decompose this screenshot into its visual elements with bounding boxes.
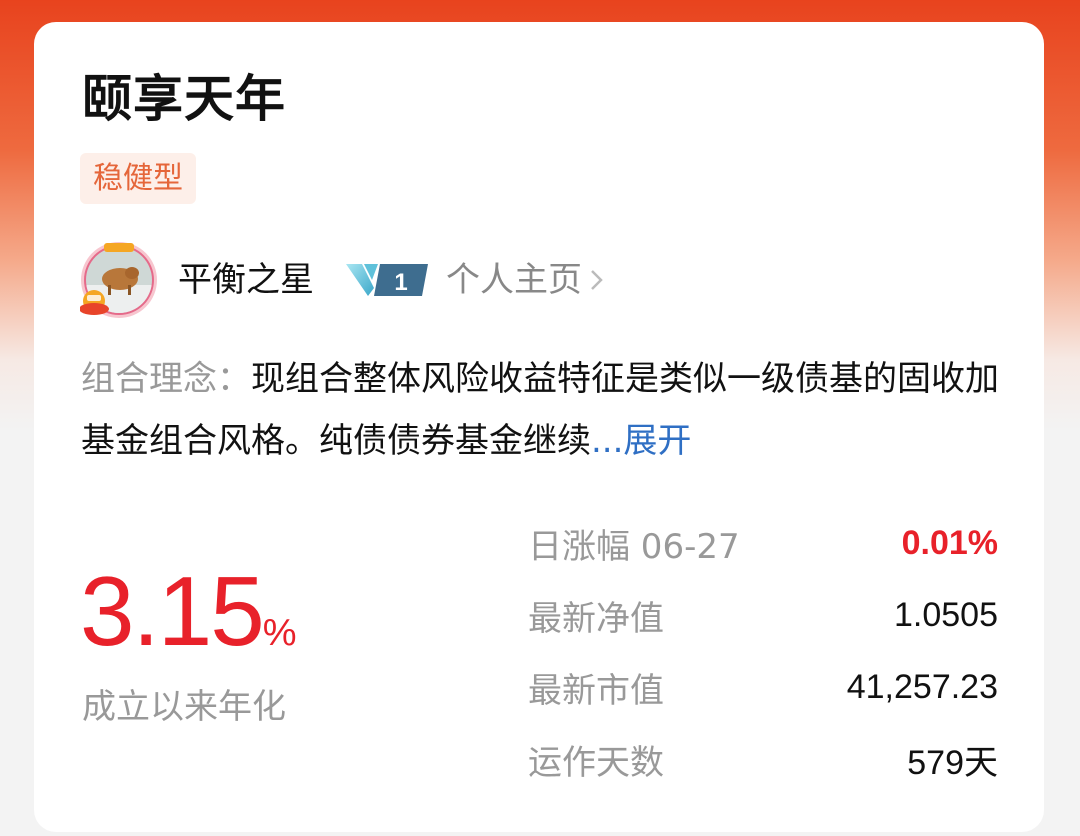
- running-days-number: 579: [907, 743, 964, 782]
- v-level-number: 1: [394, 269, 407, 296]
- avatar[interactable]: [79, 241, 158, 319]
- personal-homepage-link[interactable]: 个人主页: [446, 263, 606, 297]
- stats-panel: 日涨幅 06-27 0.01% 最新净值 1.0505 最新市值 41,257.…: [528, 507, 998, 795]
- running-days-unit: 天: [964, 742, 998, 783]
- stat-value: 1.0505: [894, 595, 998, 634]
- stat-label: 最新市值: [528, 670, 664, 711]
- author-row: 平衡之星 1 个人主页: [79, 241, 606, 319]
- chevron-right-icon: [591, 270, 603, 290]
- portfolio-card[interactable]: 颐享天年 稳健型 平衡之星 1 个人主页 组合理念：现组合整体风险收益特征是类似…: [34, 22, 1044, 832]
- annualized-return: 3.15%: [80, 562, 297, 660]
- stat-value: 0.01%: [901, 523, 998, 562]
- annualized-return-label: 成立以来年化: [82, 687, 286, 727]
- homepage-label: 个人主页: [446, 260, 582, 300]
- portfolio-title: 颐享天年: [82, 70, 286, 128]
- annualized-return-unit: %: [262, 612, 297, 654]
- portfolio-concept: 组合理念：现组合整体风险收益特征是类似一级债基的固收加基金组合风格。纯债债券基金…: [81, 348, 1001, 472]
- concept-label: 组合理念：: [81, 359, 251, 399]
- stat-row-running-days: 运作天数 579天: [528, 723, 998, 795]
- stat-label: 最新净值: [528, 598, 664, 639]
- author-name[interactable]: 平衡之星: [178, 263, 314, 297]
- stat-row-nav: 最新净值 1.0505: [528, 579, 998, 651]
- stat-row-daily-change: 日涨幅 06-27 0.01%: [528, 507, 998, 579]
- stat-value: 41,257.23: [846, 667, 998, 706]
- risk-level-tag: 稳健型: [80, 153, 196, 204]
- stat-label: 运作天数: [528, 742, 664, 783]
- stat-row-market-value: 最新市值 41,257.23: [528, 651, 998, 723]
- annualized-return-value: 3.15: [80, 556, 265, 666]
- stat-label: 日涨幅 06-27: [528, 526, 740, 567]
- expand-link[interactable]: ...展开: [591, 421, 691, 461]
- stat-value: 579天: [907, 735, 998, 784]
- v-level-badge-icon: 1: [344, 260, 430, 300]
